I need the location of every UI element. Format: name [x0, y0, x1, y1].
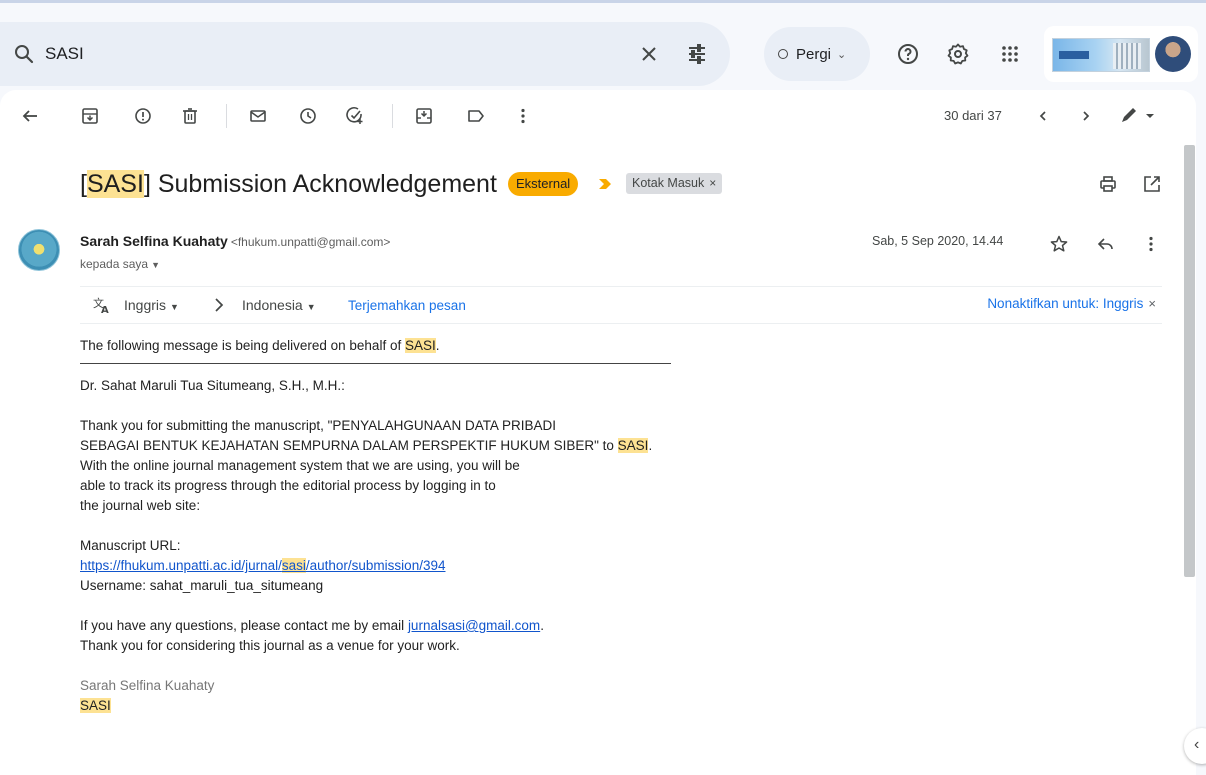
message-more-icon[interactable]	[1141, 234, 1161, 254]
toolbar-divider	[226, 104, 227, 128]
target-language-select[interactable]: Indonesia ▼	[242, 297, 316, 313]
status-ring-icon	[778, 49, 788, 59]
avatar[interactable]	[1155, 36, 1191, 72]
search-bar[interactable]: SASI	[0, 22, 730, 86]
email-date: Sab, 5 Sep 2020, 14.44	[872, 234, 1004, 248]
inbox-label-chip[interactable]: Kotak Masuk ×	[626, 173, 723, 194]
back-arrow-icon[interactable]	[20, 106, 40, 126]
caret-down-icon: ▼	[306, 302, 316, 312]
close-icon[interactable]: ×	[1148, 296, 1156, 311]
recipients-toggle[interactable]: kepada saya ▼	[80, 257, 160, 271]
body-line: With the online journal management syste…	[80, 458, 520, 473]
email-subject: [SASI] Submission Acknowledgement	[80, 170, 497, 198]
account-switcher[interactable]	[1044, 26, 1198, 82]
delete-trash-icon[interactable]	[180, 106, 200, 126]
source-language-select[interactable]: Inggris ▼	[124, 297, 179, 313]
sender-avatar[interactable]	[18, 229, 60, 271]
add-task-icon[interactable]	[345, 106, 365, 126]
url-label: Manuscript URL:	[80, 538, 181, 553]
body-line: Thank you for considering this journal a…	[80, 638, 460, 653]
scrollbar-thumb[interactable]	[1184, 145, 1195, 577]
toolbar-divider	[392, 104, 393, 128]
print-icon[interactable]	[1098, 174, 1118, 194]
move-to-inbox-icon[interactable]	[414, 106, 434, 126]
message-body: The following message is being delivered…	[80, 336, 671, 716]
caret-down-icon: ▼	[170, 302, 179, 312]
chevron-down-icon: ⌄	[837, 48, 847, 61]
signature-org: SASI	[80, 698, 111, 713]
chevron-right-icon[interactable]	[1076, 106, 1096, 126]
help-icon[interactable]	[896, 42, 920, 66]
external-label-chip[interactable]: Eksternal	[508, 172, 579, 196]
signature-name: Sarah Selfina Kuahaty	[80, 678, 215, 693]
disable-translation[interactable]: Nonaktifkan untuk: Inggris ×	[987, 296, 1156, 311]
remove-label-icon[interactable]: ×	[709, 176, 716, 190]
label-tag-icon[interactable]	[466, 106, 486, 126]
sender-email: <fhukum.unpatti@gmail.com>	[230, 235, 391, 249]
status-selector[interactable]: Pergi ⌄	[764, 27, 870, 81]
settings-gear-icon[interactable]	[946, 42, 970, 66]
importance-marker-icon[interactable]	[598, 177, 612, 191]
body-line: the journal web site:	[80, 498, 201, 513]
contact-email-link[interactable]: jurnalsasi@gmail.com	[408, 618, 540, 633]
search-highlight: sasi	[281, 558, 306, 573]
translate-message-link[interactable]: Terjemahkan pesan	[348, 298, 466, 313]
top-border	[0, 0, 1206, 3]
chevron-right-icon	[215, 298, 224, 312]
search-highlight: SASI	[404, 338, 436, 353]
apps-grid-icon[interactable]	[998, 42, 1022, 66]
search-icon[interactable]	[12, 42, 36, 66]
svg-text:A: A	[101, 305, 109, 315]
input-tools-pen-icon[interactable]	[1118, 106, 1156, 126]
snooze-clock-icon[interactable]	[298, 106, 318, 126]
open-new-window-icon[interactable]	[1142, 174, 1162, 194]
reply-icon[interactable]	[1096, 234, 1116, 254]
chevron-left-icon: ‹	[1194, 736, 1200, 753]
more-options-icon[interactable]	[513, 106, 533, 126]
username: Username: sahat_maruli_tua_situmeang	[80, 578, 324, 593]
search-highlight: SASI	[617, 438, 649, 453]
sender[interactable]: Sarah Selfina Kuahaty <fhukum.unpatti@gma…	[80, 233, 390, 249]
salutation: Dr. Sahat Maruli Tua Situmeang, S.H., M.…	[80, 378, 345, 393]
sender-name: Sarah Selfina Kuahaty	[80, 233, 228, 249]
status-label: Pergi	[796, 45, 832, 63]
divider	[80, 363, 671, 364]
body-line: If you have any questions, please contac…	[80, 618, 544, 633]
clear-search-icon[interactable]	[637, 42, 661, 66]
search-options-icon[interactable]	[685, 42, 709, 66]
mark-unread-mail-icon[interactable]	[248, 106, 268, 126]
search-highlight: SASI	[86, 170, 144, 198]
message-counter: 30 dari 37	[944, 108, 1002, 123]
body-line: SEBAGAI BENTUK KEJAHATAN SEMPURNA DALAM …	[80, 438, 653, 453]
body-line: Thank you for submitting the manuscript,…	[80, 418, 556, 433]
translate-bar: 文A Inggris ▼ Indonesia ▼ Terjemahkan pesan…	[80, 286, 1162, 324]
chevron-left-icon[interactable]	[1033, 106, 1053, 126]
translate-icon: 文A	[93, 296, 109, 315]
body-line: able to track its progress through the e…	[80, 478, 496, 493]
archive-icon[interactable]	[80, 106, 100, 126]
manuscript-url-link[interactable]: https://fhukum.unpatti.ac.id/jurnal/sasi…	[80, 558, 445, 573]
caret-down-icon: ▼	[151, 260, 160, 270]
star-icon[interactable]	[1049, 234, 1069, 254]
body-line: The following message is being delivered…	[80, 338, 440, 353]
search-input[interactable]: SASI	[45, 43, 84, 65]
organization-logo	[1052, 38, 1150, 72]
report-spam-icon[interactable]	[133, 106, 153, 126]
